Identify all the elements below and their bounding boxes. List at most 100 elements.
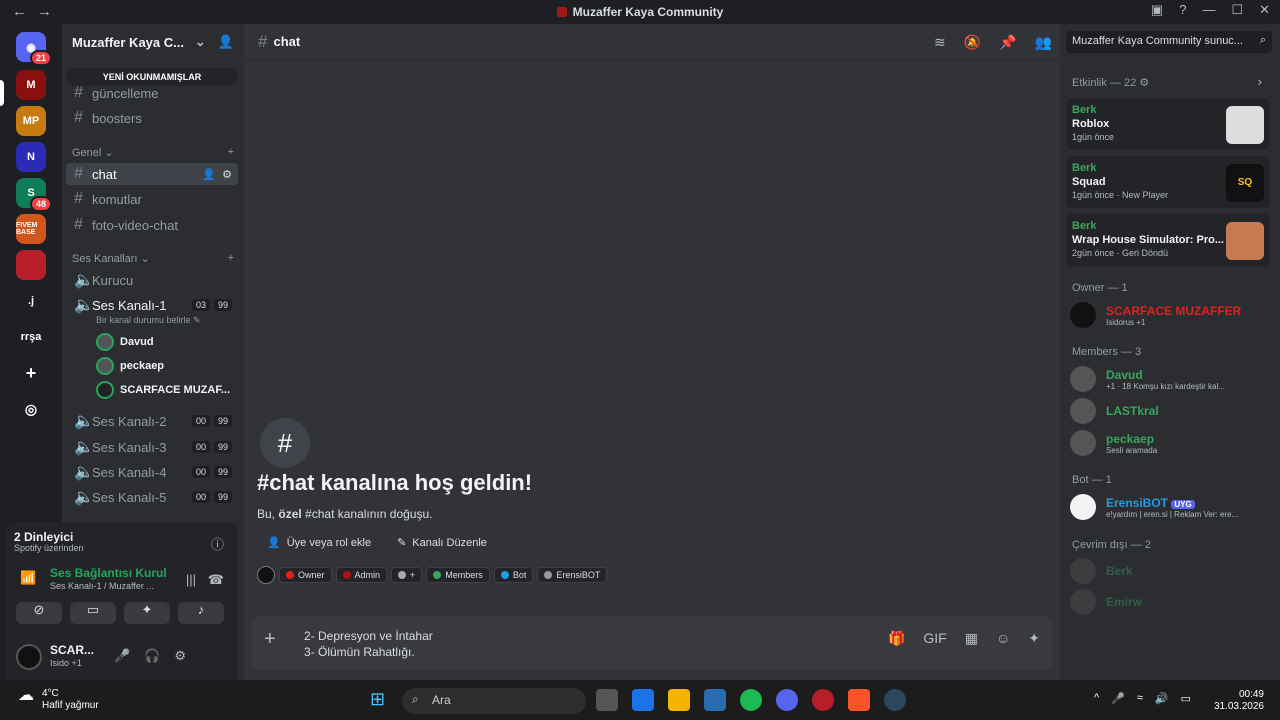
info-icon[interactable]: ⓘ	[211, 534, 224, 553]
voice-channel-5[interactable]: 🔈 Ses Kanalı-5 00 99	[66, 486, 238, 508]
steam-icon[interactable]	[884, 689, 906, 711]
help-icon[interactable]: ?	[1179, 2, 1186, 18]
apps-icon[interactable]: ✦	[1028, 630, 1040, 647]
role-members[interactable]: Members	[426, 567, 490, 583]
role-owner[interactable]: Owner	[279, 567, 332, 583]
taskbar-search[interactable]: ⌕ Ara	[402, 688, 586, 714]
noise-suppression-icon[interactable]: |||	[186, 572, 196, 587]
wifi-icon[interactable]: ≈	[1137, 692, 1143, 705]
notifications-icon[interactable]: 🔕	[964, 34, 981, 51]
minimize-icon[interactable]: —	[1202, 2, 1215, 18]
store-icon[interactable]	[704, 689, 726, 711]
member-offline[interactable]: Berk	[1070, 556, 1270, 586]
server-icon-mp[interactable]: MP	[16, 106, 46, 136]
threads-icon[interactable]: ≋	[934, 34, 946, 51]
soundboard-icon[interactable]: ♪	[178, 602, 224, 624]
category-ses[interactable]: Ses Kanalları ⌄ +	[72, 252, 234, 265]
add-channel-icon[interactable]: +	[228, 146, 234, 159]
message-composer[interactable]: + 2- Depresyon ve İntahar 3- Ölümün Raha…	[252, 616, 1052, 670]
channel-guncelleme[interactable]: # güncelleme	[66, 82, 238, 104]
voice-user[interactable]: SCARFACE MUZAF...	[96, 380, 230, 400]
server-icon-fivem[interactable]: FIVEM BASE	[16, 214, 46, 244]
server-header[interactable]: Muzaffer Kaya C... ⌄ 👤	[62, 24, 244, 60]
opera-gx-icon[interactable]	[812, 689, 834, 711]
windows-start-icon[interactable]: ⊞	[370, 689, 392, 711]
battery-icon[interactable]: ▭	[1181, 692, 1191, 705]
pin-icon[interactable]: 📌	[999, 34, 1016, 51]
server-search-input[interactable]: Muzaffer Kaya Community sunuc... ⌕	[1066, 31, 1272, 53]
activity-header[interactable]: Etkinlik — 22 ⚙	[1072, 76, 1149, 89]
direct-messages-icon[interactable]: ◉ 21	[16, 32, 52, 66]
chevron-up-icon[interactable]: ^	[1094, 692, 1099, 705]
emoji-icon[interactable]: ☺	[996, 630, 1010, 647]
back-arrow-icon[interactable]: ←	[12, 3, 27, 20]
member-offline[interactable]: Emirw	[1070, 587, 1270, 617]
gear-icon[interactable]: ⚙	[222, 168, 232, 181]
server-icon-rrsa[interactable]: rrşa	[16, 322, 46, 352]
spotify-icon[interactable]	[740, 689, 762, 711]
voice-status-hint[interactable]: Bir kanal durumu belirle ✎	[96, 315, 201, 326]
member-davud[interactable]: Davud +1 · 18 Komşu kızı kardeştir kal...	[1070, 364, 1270, 394]
role-bot[interactable]: Bot	[493, 567, 534, 583]
camera-off-icon[interactable]: ⊘	[16, 602, 62, 624]
chevron-down-icon[interactable]: ⌄	[195, 34, 206, 50]
server-icon-j[interactable]: .j	[16, 286, 46, 316]
category-genel[interactable]: Genel ⌄ +	[72, 146, 234, 159]
invite-icon[interactable]: 👤	[218, 34, 234, 50]
activity-card[interactable]: Berk Wrap House Simulator: Pro... 2gün ö…	[1066, 214, 1270, 266]
outlook-icon[interactable]	[632, 689, 654, 711]
voice-channel-3[interactable]: 🔈 Ses Kanalı-3 00 99	[66, 436, 238, 458]
sticker-icon[interactable]: ▦	[965, 630, 978, 647]
gift-icon[interactable]: 🎁	[888, 630, 905, 647]
inbox-icon[interactable]: ▣	[1151, 2, 1163, 18]
voice-channel-kurucu[interactable]: 🔈 Kurucu	[66, 269, 238, 291]
add-server-icon[interactable]: +	[16, 358, 46, 388]
activity-card[interactable]: Berk Squad 1gün önce · New Player SQ	[1066, 156, 1270, 208]
voice-channel-4[interactable]: 🔈 Ses Kanalı-4 00 99	[66, 461, 238, 483]
members-icon[interactable]: 👥	[1035, 34, 1052, 51]
weather-widget[interactable]: ☁ 4°C Hafif yağmur	[18, 688, 99, 712]
volume-icon[interactable]: 🔊	[1155, 692, 1169, 705]
disconnect-icon[interactable]: ☎	[208, 572, 224, 588]
discover-icon[interactable]: ◎	[16, 394, 46, 424]
chevron-right-icon[interactable]: ›	[1258, 74, 1262, 89]
server-icon-red[interactable]	[16, 250, 46, 280]
gear-icon[interactable]: ⚙	[174, 648, 186, 664]
file-explorer-icon[interactable]	[668, 689, 690, 711]
invite-icon[interactable]: 👤	[202, 168, 216, 181]
clock[interactable]: 00:49 31.03.2026	[1214, 689, 1264, 713]
add-channel-icon[interactable]: +	[228, 252, 234, 265]
channel-chat[interactable]: # chat 👤 ⚙	[66, 163, 238, 185]
role-admin[interactable]: Admin	[335, 567, 388, 583]
member-owner[interactable]: SCARFACE MUZAFFER Isidorus +1	[1070, 300, 1270, 330]
task-view-icon[interactable]	[596, 689, 618, 711]
avatar[interactable]	[16, 644, 42, 670]
message-input[interactable]: 2- Depresyon ve İntahar 3- Ölümün Rahatl…	[304, 628, 433, 660]
brave-icon[interactable]	[848, 689, 870, 711]
forward-arrow-icon[interactable]: →	[37, 3, 52, 20]
server-icon-muzaffer[interactable]: M	[16, 70, 46, 100]
voice-channel-1[interactable]: 🔈 Ses Kanalı-1 03 99	[66, 294, 238, 316]
discord-icon[interactable]	[776, 689, 798, 711]
add-member-button[interactable]: 👤 Üye veya rol ekle	[257, 532, 381, 553]
maximize-icon[interactable]: ☐	[1231, 2, 1243, 18]
server-icon-s[interactable]: S 48	[16, 178, 52, 212]
gif-icon[interactable]: GIF	[923, 630, 946, 647]
member-lastkral[interactable]: LASTkral	[1070, 396, 1270, 426]
channel-foto-video-chat[interactable]: # foto-video-chat	[66, 214, 238, 236]
edit-channel-button[interactable]: ✎ Kanalı Düzenle	[387, 532, 497, 553]
microphone-icon[interactable]: 🎤	[1111, 692, 1125, 705]
close-icon[interactable]: ✕	[1259, 2, 1270, 18]
member-bot[interactable]: ErensiBOT UYG e!yardım | eren.si | Reklam…	[1070, 492, 1270, 522]
screen-share-icon[interactable]: ▭	[70, 602, 116, 624]
voice-channel-2[interactable]: 🔈 Ses Kanalı-2 00 99	[66, 410, 238, 432]
member-peckaep[interactable]: peckaep Sesli aramada	[1070, 428, 1270, 458]
attach-plus-icon[interactable]: +	[264, 628, 276, 651]
server-icon-n[interactable]: N	[16, 142, 46, 172]
channel-komutlar[interactable]: # komutlar	[66, 188, 238, 210]
activity-card[interactable]: Berk Roblox 1gün önce	[1066, 98, 1270, 150]
voice-user[interactable]: Davud	[96, 332, 154, 352]
role-erensibot[interactable]: ErensiBOT	[537, 567, 608, 583]
channel-boosters[interactable]: # boosters	[66, 107, 238, 129]
voice-user[interactable]: peckaep	[96, 356, 164, 376]
